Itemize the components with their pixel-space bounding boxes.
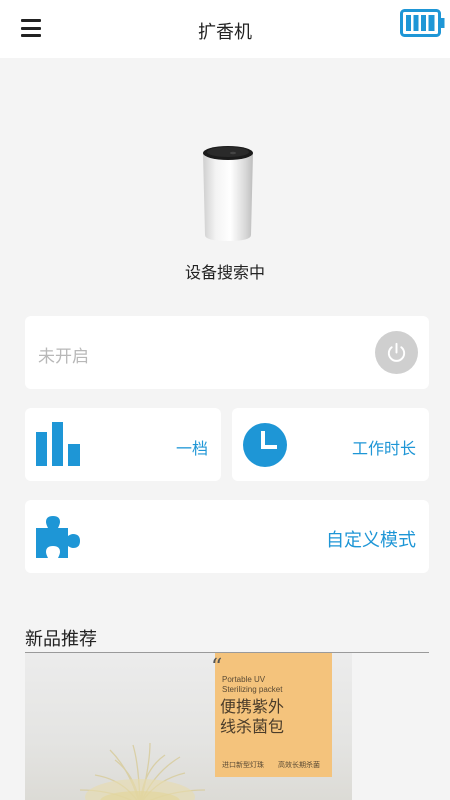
- plant-image: [79, 742, 206, 800]
- product-banner[interactable]: “ Portable UV Sterilizing packet 便携紫外 线杀…: [25, 653, 352, 800]
- quote-mark: “: [211, 655, 223, 680]
- clock-icon: [243, 423, 287, 467]
- device-status-text: 设备搜索中: [184, 263, 265, 282]
- custom-mode-label: 自定义模式: [326, 530, 416, 551]
- timer-label: 工作时长: [351, 439, 416, 458]
- power-icon: [387, 342, 406, 362]
- banner-en-line1: Portable UV: [222, 675, 266, 684]
- banner-feature1: 进口新型灯珠: [222, 761, 264, 769]
- section-title: 新品推荐: [25, 629, 97, 650]
- device-panel: 设备搜索中: [0, 58, 450, 290]
- timer-card[interactable]: 工作时长: [232, 408, 429, 481]
- page-title: 扩香机: [198, 22, 252, 43]
- power-card[interactable]: 未开启: [25, 316, 429, 389]
- bar-chart-icon: [36, 422, 80, 466]
- level-label: 一档: [175, 439, 208, 458]
- power-button[interactable]: [375, 331, 418, 374]
- top-bar: 扩香机: [0, 0, 450, 58]
- diffuser-image: [203, 146, 253, 241]
- puzzle-icon: [36, 516, 80, 558]
- custom-mode-card[interactable]: 自定义模式: [25, 500, 429, 573]
- banner-feature2: 高效长期杀菌: [278, 761, 320, 769]
- banner-cn-line2: 线杀菌包: [220, 717, 285, 736]
- level-card[interactable]: 一档: [25, 408, 221, 481]
- battery-full-icon[interactable]: [400, 9, 445, 37]
- power-state-label: 未开启: [38, 347, 89, 367]
